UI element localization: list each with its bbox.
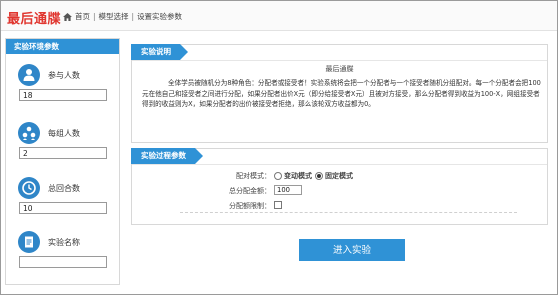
participants-input[interactable] — [19, 89, 107, 101]
brand-title: 最后通牒 — [7, 12, 62, 27]
pairing-mode-options: 变动模式 固定模式 — [274, 171, 356, 181]
total-amount-label: 总分配金额： — [229, 187, 271, 195]
group-size-input[interactable] — [19, 147, 107, 159]
group-icon — [18, 122, 40, 144]
experiment-name-label: 实验名称 — [48, 238, 80, 247]
breadcrumb-current: 设置实验参数 — [137, 12, 183, 21]
radio-variable-mode[interactable] — [274, 172, 282, 180]
breadcrumb: 首页 | 模型选择 | 设置实验参数 — [63, 11, 182, 22]
total-amount-value — [274, 185, 302, 195]
experiment-description-section: 实验说明 最后通牒 全体学员被随机分为8种角色：分配者或接受者！实验系统将会把一… — [131, 44, 548, 143]
description-title: 最后通牒 — [325, 65, 354, 73]
variable-mode-label: 变动模式 — [284, 172, 312, 180]
fixed-mode-label: 固定模式 — [325, 172, 353, 180]
rounds-label: 总回合数 — [48, 184, 80, 193]
breadcrumb-home[interactable]: 首页 — [75, 11, 90, 22]
section-divider — [132, 164, 547, 165]
participants-label: 参与人数 — [48, 71, 80, 80]
allocation-limit-label: 分配额限制： — [229, 202, 271, 210]
breadcrumb-separator: | — [93, 12, 96, 21]
radio-fixed-mode[interactable] — [315, 172, 323, 180]
tab-description: 实验说明 — [131, 44, 188, 60]
pairing-mode-label: 配对模式： — [236, 172, 271, 180]
enter-experiment-button[interactable]: 进入实验 — [299, 239, 405, 261]
people-icon — [18, 64, 40, 86]
home-icon — [63, 12, 72, 21]
rounds-input[interactable] — [19, 202, 107, 214]
experiment-name-input[interactable] — [19, 256, 107, 268]
panel-title: 实验环境参数 — [6, 39, 119, 54]
allocation-limit-value — [274, 201, 282, 209]
clock-icon — [18, 177, 40, 199]
top-header: 最后通牒 首页 | 模型选择 | 设置实验参数 — [1, 1, 557, 31]
environment-params-panel: 实验环境参数 参与人数 每组人数 总回合数 实验名称 — [5, 38, 120, 285]
breadcrumb-separator: | — [131, 12, 135, 21]
total-amount-input[interactable] — [274, 185, 302, 195]
dashed-divider — [180, 212, 517, 213]
breadcrumb-model-select[interactable]: 模型选择 — [99, 11, 129, 22]
process-params-section: 实验过程参数 配对模式： 变动模式 固定模式 总分配金额： 分配额限制： — [131, 148, 548, 225]
document-icon — [18, 231, 40, 253]
tab-process-params: 实验过程参数 — [131, 148, 203, 164]
description-body: 全体学员被随机分为8种角色：分配者或接受者！实验系统将会把一个分配者与一个接受者… — [142, 79, 541, 108]
allocation-limit-checkbox[interactable] — [274, 201, 282, 209]
group-size-label: 每组人数 — [48, 129, 80, 138]
section-divider — [132, 60, 547, 61]
